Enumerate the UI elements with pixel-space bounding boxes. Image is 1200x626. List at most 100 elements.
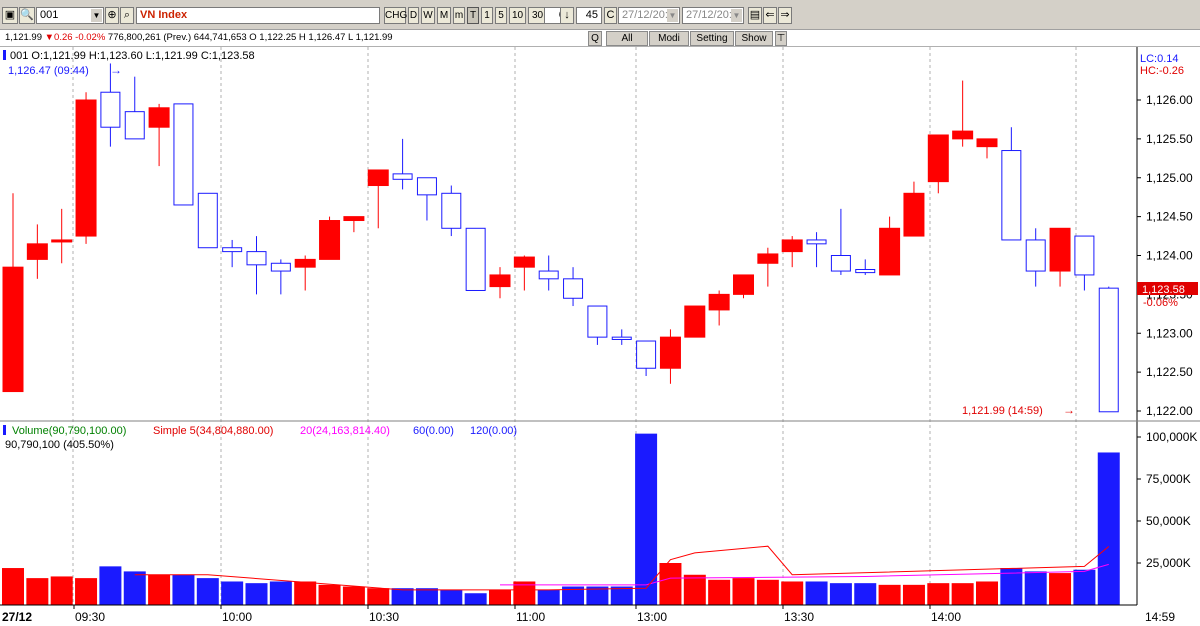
candle-body-up [513,256,535,268]
candle-body-up [781,239,803,253]
ma5-legend: Simple 5(34,804,880.00) [153,425,273,437]
bar-count-field[interactable]: 45 [576,7,602,24]
ma120-legend: 120(0.00) [470,425,517,437]
period-button-w[interactable]: W [421,7,435,24]
volume-bar [2,568,24,605]
high-marker-label: 1,126.47 (09:44) [8,65,89,77]
price-tick-label: 1,124.00 [1146,249,1193,263]
period-button-m[interactable]: M [437,7,451,24]
volume-bar [610,586,633,605]
modi-button[interactable]: Modi [649,31,689,46]
arrow-left-icon[interactable]: ⇐ [763,7,777,24]
save-icon[interactable]: ▤ [748,7,762,24]
volume-bar [756,579,779,605]
period-button-t[interactable]: T [467,7,479,24]
volume-bar [99,566,122,605]
candle-body-up [51,239,73,243]
candle-body-down [465,227,486,291]
volume-bar [148,574,171,605]
candle-body-down [1001,150,1022,241]
c-button[interactable]: C [604,7,617,24]
candle-body-up [489,274,511,288]
time-label: 09:30 [75,610,105,624]
date-from-field[interactable]: 27/12/20: ▼ [618,7,680,24]
price-tick-label: 1,123.00 [1146,326,1193,340]
candle-body-down [563,278,584,299]
candle-body-down [173,103,194,206]
period-button-d[interactable]: D [408,7,419,24]
time-label: 10:30 [369,610,399,624]
time-label: 11:00 [516,610,545,624]
price-tick-label: 1,125.50 [1146,132,1193,146]
price-change: 0.26 -0.02% [54,32,106,43]
time-label: 14:59 [1145,610,1175,624]
price-tick-label: 1,125.00 [1146,171,1193,185]
search-icon[interactable]: 🔍 [19,7,35,24]
volume-bar [367,588,390,605]
arrow-down-icon[interactable]: ↓ [560,7,574,24]
candle-body-up [684,305,706,338]
date-from-value: 27/12/20: [622,9,668,21]
series-marker [3,50,6,60]
last-change-label: -0.06% [1143,297,1178,309]
date-to-field[interactable]: 27/12/20: ▼ [682,7,744,24]
volume-bar [683,574,706,605]
period-button-chg[interactable]: CHG [384,7,407,24]
chevron-down-icon: ▼ [731,9,742,22]
candle-body-down [636,340,657,369]
candle-body-down [441,192,462,229]
q-button[interactable]: Q [588,31,602,46]
price-tick-label: 1,122.00 [1146,404,1193,418]
volume-bar [26,578,49,605]
price-tick-label: 1,126.00 [1146,93,1193,107]
price-axis-ticks: 1,126.00 1,125.50 1,125.00 1,124.50 1,124.00… [1137,93,1193,418]
candle-body-up [757,253,779,264]
symbol-code-value: 001 [40,9,59,21]
candle-body-down [806,239,827,245]
period-button-5[interactable]: 5 [495,7,507,24]
lookup-icon[interactable]: ⌕ [120,7,134,24]
zoom-icon[interactable]: ⊕ [105,7,119,24]
period-button-10[interactable]: 10 [509,7,526,24]
candle-body-up [976,138,998,148]
candle-body-up [879,227,901,276]
volume-bar [951,583,974,605]
volume-current: 90,790,100 (405.50%) [5,439,114,451]
symbol-name-field[interactable]: VN Index [136,7,380,24]
ma60-legend: 60(0.00) [413,425,454,437]
candle-body-up [659,336,681,369]
candle-body-down [270,262,291,272]
candle-body-down [222,247,243,253]
chevron-down-icon: ▼ [91,9,102,22]
volume-bar [464,593,487,605]
candle-body-down [246,251,267,266]
candle-body-down [1098,287,1119,413]
candle-body-down [100,91,121,128]
all-button[interactable]: All [606,31,648,46]
info-bar: 1,121.99 ▼0.26 -0.02% 776,800,261 (Prev.… [0,30,1200,47]
pin-icon[interactable]: ⊤ [775,31,787,46]
date-to-value: 27/12/20: [686,9,732,21]
setting-button[interactable]: Setting [690,31,734,46]
time-label: 13:30 [784,610,814,624]
symbol-code-select[interactable]: 001 ▼ [36,7,104,24]
period-button-m[interactable]: m [453,7,465,24]
volume-bar [196,578,219,605]
price-volume-chart[interactable]: 1,126.00 1,125.50 1,125.00 1,124.50 1,124.00… [0,47,1200,626]
price-tick-label: 1,122.50 [1146,365,1193,379]
candle-body-up [708,293,730,311]
arrow-right-icon: → [110,63,122,77]
volume-bar [50,576,73,605]
volume-bar [927,583,950,605]
show-button[interactable]: Show [735,31,773,46]
time-label: 13:00 [637,610,667,624]
period-button-1[interactable]: 1 [481,7,493,24]
volume-bar [781,581,804,605]
volume-bar [805,581,828,605]
time-label: 10:00 [222,610,252,624]
last-price: 1,121.99 [5,32,42,43]
chart-type-icon[interactable]: ▣ [2,7,18,24]
candle-body-down [1025,239,1046,272]
arrow-right-icon[interactable]: ⇒ [778,7,792,24]
volume-bar [902,584,925,605]
